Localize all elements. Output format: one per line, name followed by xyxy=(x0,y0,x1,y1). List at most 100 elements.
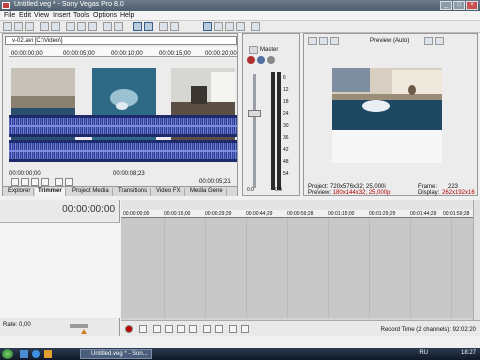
mute-icon[interactable] xyxy=(267,56,275,64)
rate-slider[interactable] xyxy=(70,324,88,328)
tab-explorer[interactable]: Explorer xyxy=(5,188,35,196)
taskbar-vegas-button[interactable]: Untitled.veg * - Son... xyxy=(80,349,152,359)
trimmer-ruler[interactable]: 00:00:00;00 00:00:05;00 00:00:10;00 00:0… xyxy=(9,47,237,57)
cut-icon[interactable] xyxy=(66,22,75,31)
fx-icon[interactable] xyxy=(247,56,255,64)
track-list-panel: 00:00:00:00 Rate: 0,00 xyxy=(0,200,120,336)
overlays-icon[interactable] xyxy=(330,37,339,45)
normal-edit-tool-icon[interactable] xyxy=(203,22,212,31)
menu-insert[interactable]: Insert xyxy=(53,12,71,19)
undo-icon[interactable] xyxy=(103,22,112,31)
timeline-ruler[interactable]: 00:00:00;00 00:00:15;00 00:00:29;29 00:0… xyxy=(121,210,473,218)
menu-bar: File Edit View Insert Tools Options Help xyxy=(0,11,480,21)
menu-file[interactable]: File xyxy=(4,12,15,19)
trimmer-in-time: 00:00:00;00 xyxy=(9,171,41,177)
start-button[interactable] xyxy=(2,349,13,359)
stop-icon[interactable] xyxy=(189,325,197,333)
close-button[interactable]: × xyxy=(466,1,478,10)
tab-transitions[interactable]: Transitions xyxy=(115,188,152,196)
copy-icon[interactable] xyxy=(77,22,86,31)
go-to-start-icon[interactable] xyxy=(203,325,211,333)
help-icon[interactable] xyxy=(251,22,260,31)
auto-ripple-icon[interactable] xyxy=(144,22,153,31)
previous-frame-icon[interactable] xyxy=(229,325,237,333)
envelope-edit-tool-icon[interactable] xyxy=(214,22,223,31)
mixer-title: Master xyxy=(260,47,279,53)
next-frame-icon[interactable] xyxy=(65,178,73,186)
display-label: Display: xyxy=(418,190,440,196)
split-screen-icon[interactable] xyxy=(319,37,328,45)
record-icon[interactable] xyxy=(125,325,133,333)
open-icon[interactable] xyxy=(14,22,23,31)
play-icon[interactable] xyxy=(165,325,173,333)
video-preview-panel: Preview (Auto) Project: 720x576x32; 25,0… xyxy=(303,33,478,196)
copy-snapshot-icon[interactable] xyxy=(424,37,433,45)
tab-trimmer[interactable]: Trimmer xyxy=(35,188,66,196)
ignore-grouping-icon[interactable] xyxy=(170,22,179,31)
save-icon[interactable] xyxy=(25,22,34,31)
meter-scale-mark: 12 xyxy=(283,87,289,93)
trimmer-path-field[interactable]: v-02.avi [C:\Video\] xyxy=(5,36,237,45)
grid-line xyxy=(369,218,370,318)
browser-icon[interactable] xyxy=(32,350,40,358)
loop-playback-icon[interactable] xyxy=(139,325,147,333)
pause-icon[interactable] xyxy=(31,178,39,186)
grid-line xyxy=(328,218,329,318)
tab-media-generators[interactable]: Media Gene xyxy=(187,188,227,196)
timeline-ruler-mark: 00:00:29;29 xyxy=(205,211,232,217)
preview-quality-select[interactable]: Preview (Auto) xyxy=(370,38,409,44)
maximize-button[interactable]: □ xyxy=(453,1,465,10)
selection-edit-tool-icon[interactable] xyxy=(225,22,234,31)
timeline-vertical-scrollbar[interactable] xyxy=(473,200,480,320)
go-to-end-icon[interactable] xyxy=(215,325,223,333)
enable-snapping-icon[interactable] xyxy=(133,22,142,31)
grid-line xyxy=(246,218,247,318)
level-meter-right xyxy=(277,72,281,190)
next-frame-icon[interactable] xyxy=(241,325,249,333)
grid-line xyxy=(410,218,411,318)
grid-line xyxy=(164,218,165,318)
pause-icon[interactable] xyxy=(177,325,185,333)
audio-waveform-left[interactable] xyxy=(9,115,237,137)
menu-view[interactable]: View xyxy=(34,12,49,19)
zoom-edit-tool-icon[interactable] xyxy=(236,22,245,31)
menu-tools[interactable]: Tools xyxy=(73,12,89,19)
grid-line xyxy=(205,218,206,318)
main-toolbar xyxy=(0,21,480,33)
loop-icon[interactable] xyxy=(11,178,19,186)
new-icon[interactable] xyxy=(3,22,12,31)
save-snapshot-icon[interactable] xyxy=(435,37,444,45)
previous-frame-icon[interactable] xyxy=(55,178,63,186)
track-headers-area[interactable] xyxy=(0,222,120,318)
rate-slider-handle[interactable] xyxy=(81,329,87,334)
tab-project-media[interactable]: Project Media xyxy=(69,188,113,196)
system-clock[interactable]: 18:27 xyxy=(461,350,476,356)
paste-icon[interactable] xyxy=(88,22,97,31)
render-icon[interactable] xyxy=(51,22,60,31)
menu-edit[interactable]: Edit xyxy=(19,12,31,19)
master-fader-track[interactable] xyxy=(253,74,256,188)
audio-waveform-right[interactable] xyxy=(9,140,237,162)
show-desktop-icon[interactable] xyxy=(20,350,28,358)
stop-icon[interactable] xyxy=(41,178,49,186)
play-from-start-icon[interactable] xyxy=(153,325,161,333)
preview-properties-icon[interactable] xyxy=(308,37,317,45)
menu-options[interactable]: Options xyxy=(93,12,117,19)
preview-frame-image xyxy=(332,68,442,130)
master-fader-handle[interactable] xyxy=(248,110,261,117)
preview-viewport xyxy=(332,68,442,163)
mixer-master-icon[interactable] xyxy=(249,46,258,54)
preview-res-label: Preview: xyxy=(308,190,332,196)
language-indicator[interactable]: RU xyxy=(419,350,428,356)
timeline-track-area[interactable] xyxy=(121,218,473,318)
menu-help[interactable]: Help xyxy=(120,12,134,19)
redo-icon[interactable] xyxy=(114,22,123,31)
play-icon[interactable] xyxy=(21,178,29,186)
minimize-button[interactable]: _ xyxy=(440,1,452,10)
properties-icon[interactable] xyxy=(40,22,49,31)
pan-icon[interactable] xyxy=(257,56,265,64)
lock-envelopes-icon[interactable] xyxy=(159,22,168,31)
tab-video-fx[interactable]: Video FX xyxy=(153,188,185,196)
media-player-icon[interactable] xyxy=(44,350,52,358)
timeline-marker-bar[interactable] xyxy=(121,200,473,210)
